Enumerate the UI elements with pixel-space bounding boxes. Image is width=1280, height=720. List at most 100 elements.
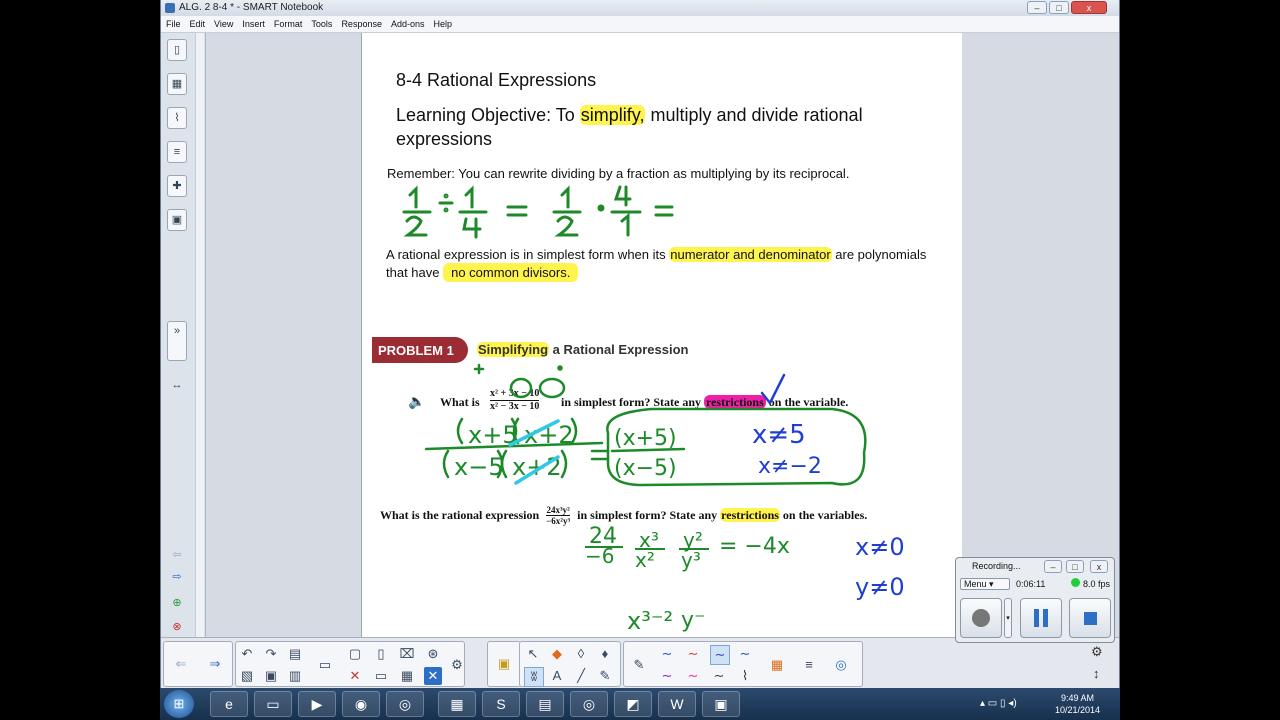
system-tray-icons[interactable]: ▴ ▭ ▯ ◂): [980, 698, 1017, 709]
forward-arrow-icon[interactable]: ⇒: [206, 655, 224, 673]
simplest-line2-text: that have: [386, 265, 444, 280]
attachments-icon[interactable]: ⌇: [167, 107, 187, 129]
addons-icon[interactable]: ✚: [167, 175, 187, 197]
close-box-icon[interactable]: ✕: [424, 667, 442, 685]
line-style-icon[interactable]: ≡: [800, 656, 818, 674]
pen-style-red[interactable]: ∼: [684, 645, 702, 663]
properties-small-icon[interactable]: ▥: [286, 667, 304, 685]
move-sidebar-icon[interactable]: ↔: [167, 375, 187, 397]
open-file-icon[interactable]: ▤: [286, 645, 304, 663]
record-button[interactable]: [960, 598, 1002, 638]
svg-text:x³⁻²: x³⁻²: [627, 607, 673, 635]
gallery-icon[interactable]: ▦: [167, 73, 187, 95]
toolbar-move-icon[interactable]: ↕: [1093, 666, 1100, 681]
save-icon[interactable]: ▣: [262, 667, 280, 685]
maximize-button[interactable]: □: [1049, 1, 1069, 14]
pen-icon[interactable]: ✎: [630, 656, 648, 674]
menu-edit[interactable]: Edit: [190, 19, 206, 29]
svg-text:y³: y³: [681, 548, 701, 572]
smart-notebook-task-icon[interactable]: ◩: [614, 691, 652, 717]
pause-button[interactable]: [1020, 598, 1062, 638]
pen-style-blue-selected[interactable]: ∼: [710, 645, 730, 665]
calculator-icon[interactable]: ▤: [526, 691, 564, 717]
simplest-form-text: A rational expression is in simplest for…: [386, 247, 926, 262]
toolbar-settings-icon[interactable]: ⚙: [1091, 644, 1103, 660]
gallery-essentials-icon[interactable]: ▣: [495, 655, 513, 673]
recorder-task-icon[interactable]: ▣: [702, 691, 740, 717]
pen-style-dashed[interactable]: ⌇: [736, 667, 754, 685]
delete-page-icon[interactable]: ⊗: [167, 617, 187, 639]
undo-icon[interactable]: ↶: [238, 645, 256, 663]
word-icon[interactable]: W: [658, 691, 696, 717]
line-icon[interactable]: ╱: [572, 667, 590, 685]
fill-icon[interactable]: ♦: [596, 645, 614, 663]
page-sorter-icon[interactable]: ▯: [167, 39, 187, 61]
menu-insert[interactable]: Insert: [242, 19, 265, 29]
menu-response[interactable]: Response: [341, 19, 382, 29]
app-grid-icon[interactable]: ▦: [438, 691, 476, 717]
menu-help[interactable]: Help: [434, 19, 453, 29]
stop-button[interactable]: [1069, 598, 1111, 638]
start-button[interactable]: ⊞: [164, 690, 194, 718]
add-page-icon[interactable]: ⊕: [167, 593, 187, 615]
system-clock[interactable]: 9:49 AM 10/21/2014: [1055, 692, 1100, 716]
shapes-icon[interactable]: ◆: [548, 645, 566, 663]
pen-style-navy[interactable]: ∼: [736, 645, 754, 663]
document-camera-icon[interactable]: ▭: [372, 667, 390, 685]
lesson-activity-icon[interactable]: ▣: [167, 209, 187, 231]
search-zoom-icon[interactable]: ⊛: [424, 645, 442, 663]
color-palette-icon[interactable]: ▦: [768, 656, 786, 674]
page-icon[interactable]: ▯: [372, 645, 390, 663]
simplest-text: A rational expression is in simplest for…: [386, 247, 670, 262]
select-arrow-icon[interactable]: ↖: [524, 645, 542, 663]
svg-text:y⁻: y⁻: [681, 608, 706, 633]
recorder-menu-dropdown[interactable]: Menu ▾: [960, 578, 1010, 590]
clock-date: 10/21/2014: [1054, 705, 1100, 715]
skype-icon[interactable]: S: [482, 691, 520, 717]
activity-builder-icon[interactable]: ⚙: [448, 656, 466, 674]
menu-tools[interactable]: Tools: [311, 19, 332, 29]
internet-explorer-icon[interactable]: e: [210, 691, 248, 717]
pen-style-blue[interactable]: ∼: [658, 645, 676, 663]
record-options-chevron[interactable]: ▾: [1004, 598, 1012, 638]
firefox-icon[interactable]: ◉: [342, 691, 380, 717]
transparency-icon[interactable]: ◎: [832, 656, 850, 674]
recorder-minimize-button[interactable]: –: [1044, 560, 1062, 573]
paste-icon[interactable]: ▢: [346, 645, 364, 663]
undo-all-icon[interactable]: ▧: [238, 667, 256, 685]
menu-file[interactable]: File: [166, 19, 181, 29]
menu-format[interactable]: Format: [274, 19, 303, 29]
eraser-icon[interactable]: ◊: [572, 645, 590, 663]
capture-icon[interactable]: ⌧: [398, 645, 416, 663]
magic-pen-icon[interactable]: ʬ: [524, 667, 544, 687]
sidebar-scrollbar[interactable]: [195, 33, 204, 637]
question-2-fraction: 24x³y² −6x²y³: [546, 505, 571, 526]
next-page-icon[interactable]: ⇨: [167, 567, 187, 589]
chrome-window-icon[interactable]: ◎: [570, 691, 608, 717]
back-arrow-icon[interactable]: ⇐: [172, 655, 190, 673]
recorder-restore-button[interactable]: □: [1066, 560, 1084, 573]
pen-style-black[interactable]: ∼: [710, 667, 728, 685]
expand-sidebar-icon[interactable]: »: [167, 321, 187, 361]
media-player-icon[interactable]: ▶: [298, 691, 336, 717]
menu-addons[interactable]: Add-ons: [391, 19, 425, 29]
creative-pen-icon[interactable]: ✎: [596, 667, 614, 685]
menu-view[interactable]: View: [214, 19, 233, 29]
text-icon[interactable]: A: [548, 667, 566, 685]
file-explorer-icon[interactable]: ▭: [254, 691, 292, 717]
properties-icon[interactable]: ≡: [167, 141, 187, 163]
redo-icon[interactable]: ↷: [262, 645, 280, 663]
minimize-button[interactable]: –: [1027, 1, 1047, 14]
screen-shade-icon[interactable]: ▭: [316, 656, 334, 674]
previous-page-icon[interactable]: ⇦: [167, 545, 187, 567]
delete-icon[interactable]: ✕: [346, 667, 364, 685]
chrome-icon[interactable]: ◎: [386, 691, 424, 717]
pen-style-pink[interactable]: ∼: [684, 667, 702, 685]
recorder-close-button[interactable]: x: [1090, 560, 1108, 573]
notebook-page: 8-4 Rational Expressions Learning Object…: [361, 33, 963, 637]
svg-text:x≠0: x≠0: [855, 533, 905, 561]
table-icon[interactable]: ▦: [398, 667, 416, 685]
recorder-menu-label: Menu: [964, 579, 987, 589]
pen-style-purple[interactable]: ∼: [658, 667, 676, 685]
close-button[interactable]: x: [1071, 1, 1107, 14]
